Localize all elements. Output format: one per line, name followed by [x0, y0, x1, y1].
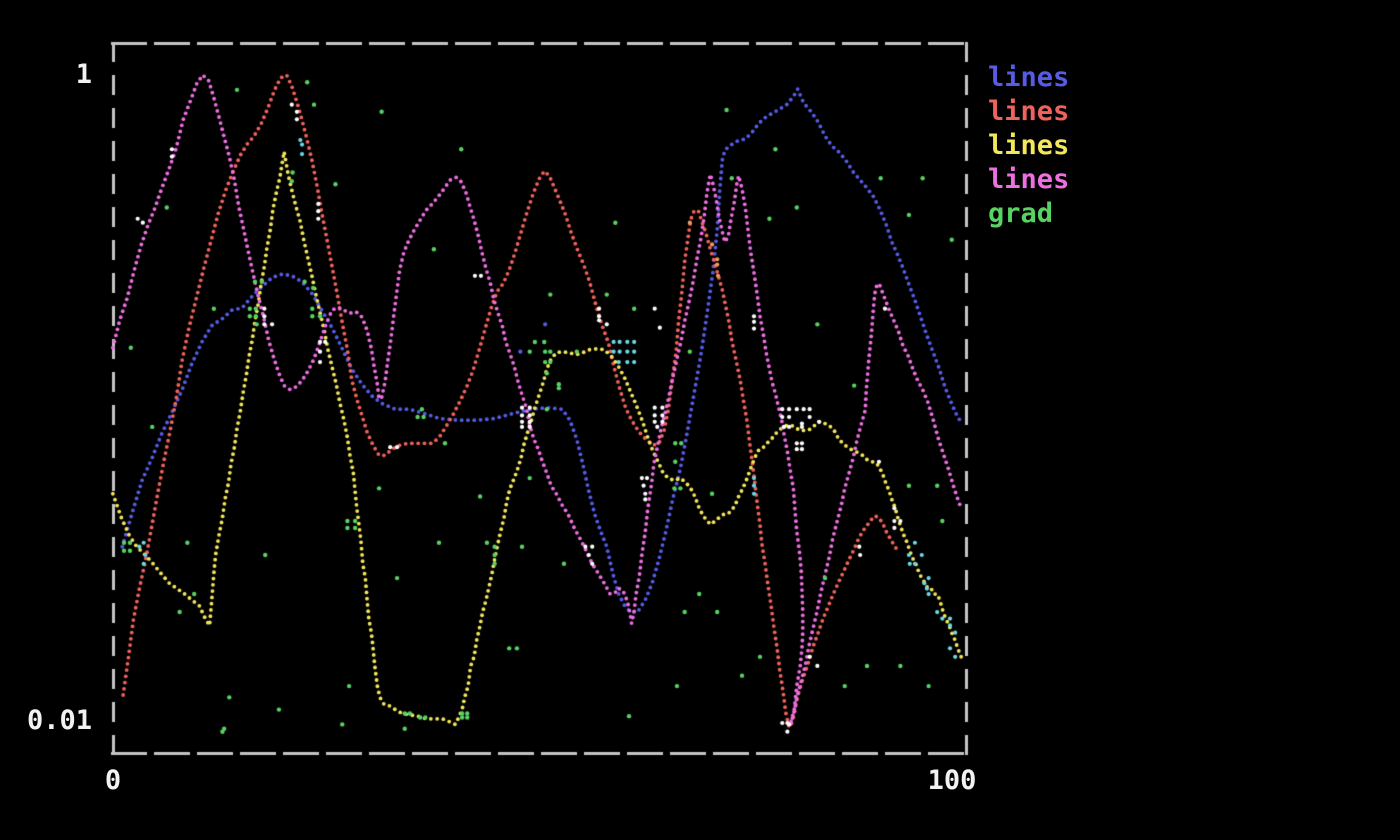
legend-item-lines-magenta: lines: [988, 163, 1069, 197]
terminal-plot-screen: 1 0.01 0 100 lines lines lines lines gra…: [0, 0, 1400, 840]
y-axis-tick-min: 0.01: [22, 706, 92, 736]
scatter-plot-canvas: [0, 0, 1400, 840]
x-axis-tick-max: 100: [922, 766, 982, 796]
legend-item-lines-yellow: lines: [988, 129, 1069, 163]
legend: lines lines lines lines grad: [988, 61, 1069, 231]
y-axis-tick-max: 1: [22, 60, 92, 90]
legend-item-lines-red: lines: [988, 95, 1069, 129]
legend-item-lines-blue: lines: [988, 61, 1069, 95]
legend-item-grad-green: grad: [988, 197, 1069, 231]
x-axis-tick-min: 0: [98, 766, 128, 796]
